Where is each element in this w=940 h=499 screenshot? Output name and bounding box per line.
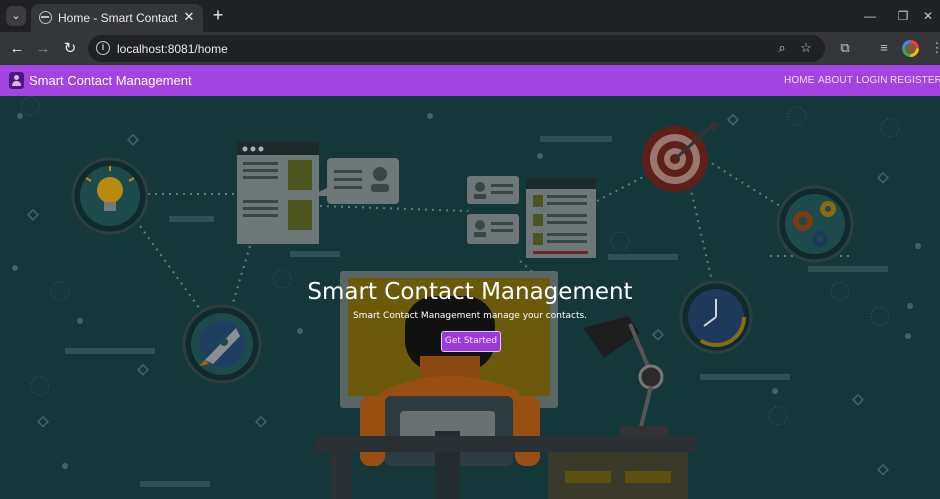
get-started-button[interactable]: Get Started — [441, 331, 501, 352]
light-bulb-icon — [71, 157, 149, 235]
site-navbar: Smart Contact Management HOME ABOUT LOGI… — [0, 65, 940, 96]
contacts-list-illustration — [467, 176, 596, 258]
media-icon[interactable]: ≡ — [874, 38, 894, 58]
hero-section: Smart Contact Management Smart Contact M… — [0, 96, 940, 499]
address-bar[interactable]: i localhost:8081/home ⌕ ☆ — [88, 35, 825, 62]
restore-icon[interactable]: ❐ — [893, 6, 913, 26]
star-icon[interactable]: ☆ — [797, 39, 815, 57]
more-icon[interactable]: ⋮ — [927, 38, 940, 58]
new-tab-button[interactable]: + — [208, 5, 228, 25]
contact-card-illustration — [310, 158, 399, 204]
minimize-icon[interactable]: — — [860, 6, 880, 26]
target-icon — [642, 122, 720, 192]
contact-book-icon — [9, 72, 24, 89]
nav-link-about[interactable]: ABOUT — [818, 75, 853, 86]
browser-tab-bar: ⌄ Home - Smart Contact Manager ✕ + — ❐ ✕ — [0, 0, 940, 32]
globe-icon — [39, 11, 52, 24]
nav-link-home[interactable]: HOME — [784, 75, 814, 86]
desk-lamp-illustration — [583, 316, 668, 436]
profile-avatar[interactable] — [902, 40, 919, 57]
forward-icon[interactable]: → — [32, 38, 54, 60]
reload-icon[interactable]: ↻ — [59, 38, 81, 60]
extensions-icon[interactable]: ⧉ — [835, 38, 855, 58]
back-icon[interactable]: ← — [6, 38, 28, 60]
tab-close-icon[interactable]: ✕ — [181, 9, 197, 25]
browser-toolbar: ← → ↻ i localhost:8081/home ⌕ ☆ ⧉ ≡ ⋮ — [0, 32, 940, 65]
hero-title: Smart Contact Management — [307, 279, 633, 305]
browser-tab[interactable]: Home - Smart Contact Manager ✕ — [31, 4, 203, 32]
tab-search-icon[interactable]: ⌄ — [6, 6, 26, 26]
gears-icon — [776, 185, 854, 263]
nav-link-register[interactable]: REGISTER — [890, 75, 940, 86]
close-window-icon[interactable]: ✕ — [918, 6, 938, 26]
site-info-icon[interactable]: i — [96, 41, 110, 55]
url-text[interactable]: localhost:8081/home — [117, 42, 228, 56]
tab-title: Home - Smart Contact Manager — [58, 11, 180, 25]
desk-illustration — [315, 436, 697, 499]
brand-title[interactable]: Smart Contact Management — [29, 73, 192, 88]
dashboard-window-illustration — [237, 142, 319, 244]
hero-subtitle: Smart Contact Management manage your con… — [352, 311, 588, 321]
zoom-icon[interactable]: ⌕ — [773, 39, 791, 57]
nav-link-login[interactable]: LOGIN — [856, 75, 888, 86]
